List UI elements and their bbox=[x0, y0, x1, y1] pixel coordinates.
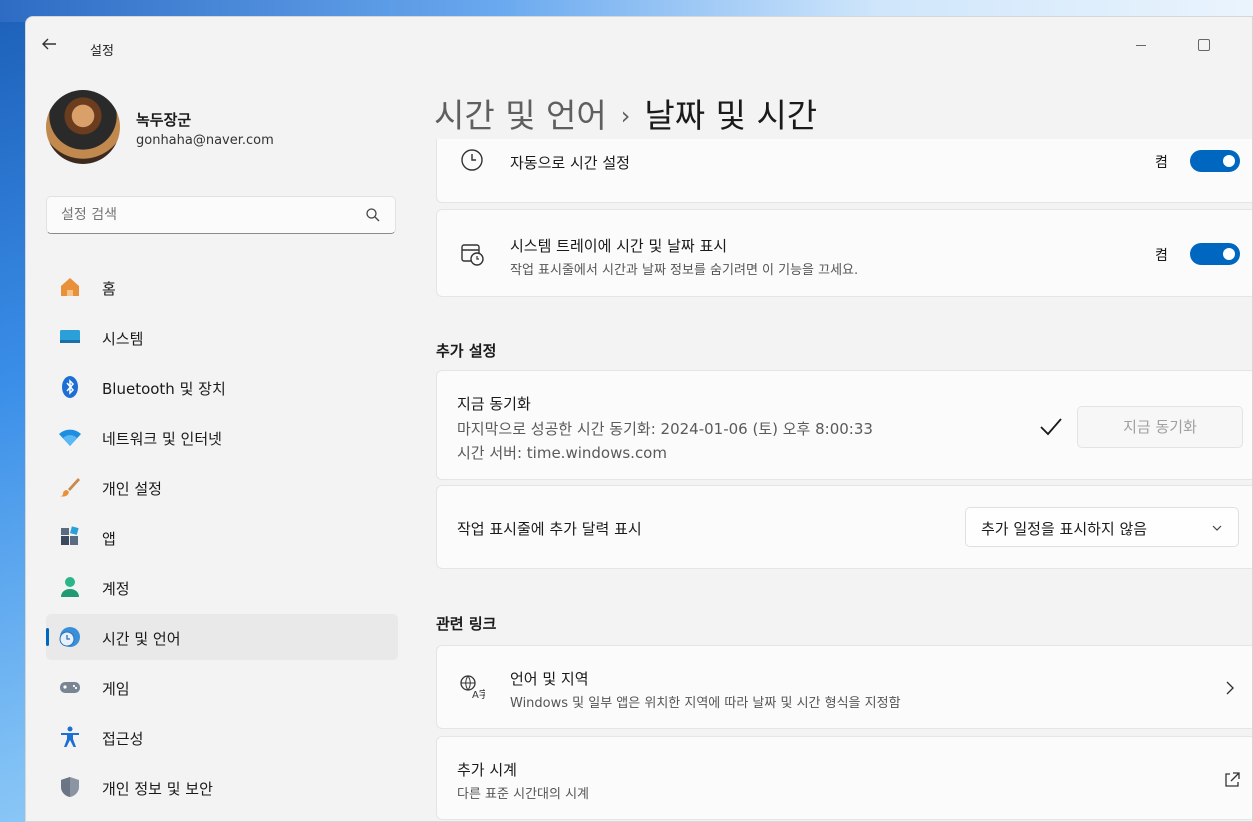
chevron-right-icon bbox=[1226, 681, 1234, 695]
sidebar-item-label: 네트워크 및 인터넷 bbox=[102, 430, 222, 448]
sidebar-item-label: 계정 bbox=[102, 580, 130, 598]
sidebar-item-label: 시간 및 언어 bbox=[102, 630, 181, 648]
additional-settings-heading: 추가 설정 bbox=[436, 342, 497, 360]
sidebar-item-home[interactable]: 홈 bbox=[46, 264, 398, 310]
sidebar-item-apps[interactable]: 앱 bbox=[46, 514, 398, 560]
breadcrumb-current: 날짜 및 시간 bbox=[644, 96, 818, 135]
breadcrumb-parent[interactable]: 시간 및 언어 bbox=[434, 96, 607, 135]
sidebar-item-personalization[interactable]: 개인 설정 bbox=[46, 464, 398, 510]
auto-time-card: 자동으로 시간 설정 켬 bbox=[436, 139, 1252, 203]
sidebar-item-gaming[interactable]: 게임 bbox=[46, 664, 398, 710]
search-box[interactable] bbox=[46, 196, 396, 234]
svg-text:A字: A字 bbox=[472, 688, 485, 700]
chevron-down-icon bbox=[1212, 525, 1222, 531]
sidebar-item-label: 게임 bbox=[102, 680, 130, 698]
extra-calendar-value: 추가 일정을 표시하지 않음 bbox=[981, 520, 1148, 538]
account-icon bbox=[61, 577, 79, 597]
auto-time-toggle[interactable] bbox=[1190, 150, 1240, 172]
sidebar-item-time-language[interactable]: 시간 및 언어 bbox=[46, 614, 398, 660]
page-title: 시간 및 언어 › 날짜 및 시간 bbox=[434, 89, 817, 137]
auto-time-state: 켬 bbox=[1155, 155, 1168, 171]
sidebar-item-label: 홈 bbox=[102, 280, 116, 298]
breadcrumb-separator: › bbox=[620, 102, 631, 130]
accessibility-icon bbox=[61, 726, 79, 747]
language-region-title: 언어 및 지역 bbox=[510, 670, 589, 688]
title-bar: 설정 bbox=[26, 17, 1252, 65]
checkmark-icon bbox=[1040, 418, 1062, 436]
minimize-button[interactable] bbox=[1118, 31, 1164, 59]
sync-last: 마지막으로 성공한 시간 동기화: 2024-01-06 (토) 오후 8:00… bbox=[457, 420, 873, 438]
maximize-icon bbox=[1198, 39, 1210, 51]
settings-window: 설정 녹두장군 gonhaha@naver.com 홈 시스템 Bluetoot… bbox=[25, 16, 1253, 822]
tray-time-desc: 작업 표시줄에서 시간과 날짜 정보를 숨기려면 이 기능을 끄세요. bbox=[510, 263, 859, 278]
sidebar-item-label: Bluetooth 및 장치 bbox=[102, 380, 226, 398]
sidebar-item-label: 개인 정보 및 보안 bbox=[102, 780, 213, 798]
extra-calendar-card: 작업 표시줄에 추가 달력 표시 추가 일정을 표시하지 않음 bbox=[436, 485, 1252, 569]
back-button[interactable] bbox=[40, 35, 66, 61]
sidebar-item-label: 개인 설정 bbox=[102, 480, 162, 498]
tray-time-card: 시스템 트레이에 시간 및 날짜 표시 작업 표시줄에서 시간과 날짜 정보를 … bbox=[436, 209, 1252, 297]
minimize-icon bbox=[1136, 45, 1146, 46]
auto-time-title: 자동으로 시간 설정 bbox=[510, 154, 630, 172]
sidebar-item-accounts[interactable]: 계정 bbox=[46, 564, 398, 610]
related-links-heading: 관련 링크 bbox=[436, 615, 497, 633]
sync-card: 지금 동기화 마지막으로 성공한 시간 동기화: 2024-01-06 (토) … bbox=[436, 370, 1252, 480]
search-icon[interactable] bbox=[365, 207, 381, 223]
wifi-icon bbox=[59, 429, 81, 446]
tray-time-title: 시스템 트레이에 시간 및 날짜 표시 bbox=[510, 237, 728, 255]
language-region-icon: A字 bbox=[460, 675, 485, 700]
open-external-icon bbox=[1225, 772, 1240, 787]
additional-clocks-desc: 다른 표준 시간대의 시계 bbox=[457, 787, 589, 802]
calendar-clock-icon bbox=[461, 244, 484, 266]
system-icon bbox=[60, 330, 80, 343]
apps-icon bbox=[61, 526, 79, 545]
sidebar-item-label: 접근성 bbox=[102, 730, 144, 748]
sidebar-item-bluetooth[interactable]: Bluetooth 및 장치 bbox=[46, 364, 398, 410]
extra-calendar-dropdown[interactable]: 추가 일정을 표시하지 않음 bbox=[965, 507, 1239, 547]
paintbrush-icon bbox=[60, 478, 80, 497]
tray-time-state: 켬 bbox=[1155, 248, 1168, 264]
gamepad-icon bbox=[60, 682, 80, 693]
home-icon bbox=[61, 278, 79, 296]
sync-now-button[interactable]: 지금 동기화 bbox=[1077, 406, 1243, 448]
sync-server: 시간 서버: time.windows.com bbox=[457, 444, 667, 462]
app-title: 설정 bbox=[90, 44, 114, 59]
sidebar-item-accessibility[interactable]: 접근성 bbox=[46, 714, 398, 760]
maximize-button[interactable] bbox=[1181, 31, 1227, 59]
user-email: gonhaha@naver.com bbox=[136, 133, 274, 148]
bluetooth-icon bbox=[62, 376, 78, 398]
arrow-left-icon bbox=[42, 38, 56, 50]
additional-clocks-link[interactable]: 추가 시계 다른 표준 시간대의 시계 bbox=[436, 736, 1252, 820]
sidebar-nav: 홈 시스템 Bluetooth 및 장치 네트워크 및 인터넷 개인 설정 앱 … bbox=[46, 264, 398, 814]
additional-clocks-title: 추가 시계 bbox=[457, 761, 517, 779]
sidebar-item-label: 앱 bbox=[102, 530, 116, 548]
clock-icon bbox=[461, 149, 483, 171]
sidebar-item-system[interactable]: 시스템 bbox=[46, 314, 398, 360]
user-name: 녹두장군 bbox=[136, 111, 192, 129]
sync-title: 지금 동기화 bbox=[457, 395, 531, 413]
language-region-link[interactable]: A字 언어 및 지역 Windows 및 일부 앱은 위치한 지역에 따라 날짜… bbox=[436, 645, 1252, 729]
time-language-icon bbox=[59, 627, 80, 647]
sidebar-item-label: 시스템 bbox=[102, 330, 144, 348]
tray-time-toggle[interactable] bbox=[1190, 243, 1240, 265]
search-input[interactable] bbox=[59, 206, 363, 224]
sidebar-item-network[interactable]: 네트워크 및 인터넷 bbox=[46, 414, 398, 460]
sidebar-item-privacy[interactable]: 개인 정보 및 보안 bbox=[46, 764, 398, 810]
language-region-desc: Windows 및 일부 앱은 위치한 지역에 따라 날짜 및 시간 형식을 지… bbox=[510, 696, 901, 711]
avatar[interactable] bbox=[46, 90, 120, 164]
shield-icon bbox=[61, 777, 79, 797]
extra-calendar-title: 작업 표시줄에 추가 달력 표시 bbox=[457, 520, 642, 538]
